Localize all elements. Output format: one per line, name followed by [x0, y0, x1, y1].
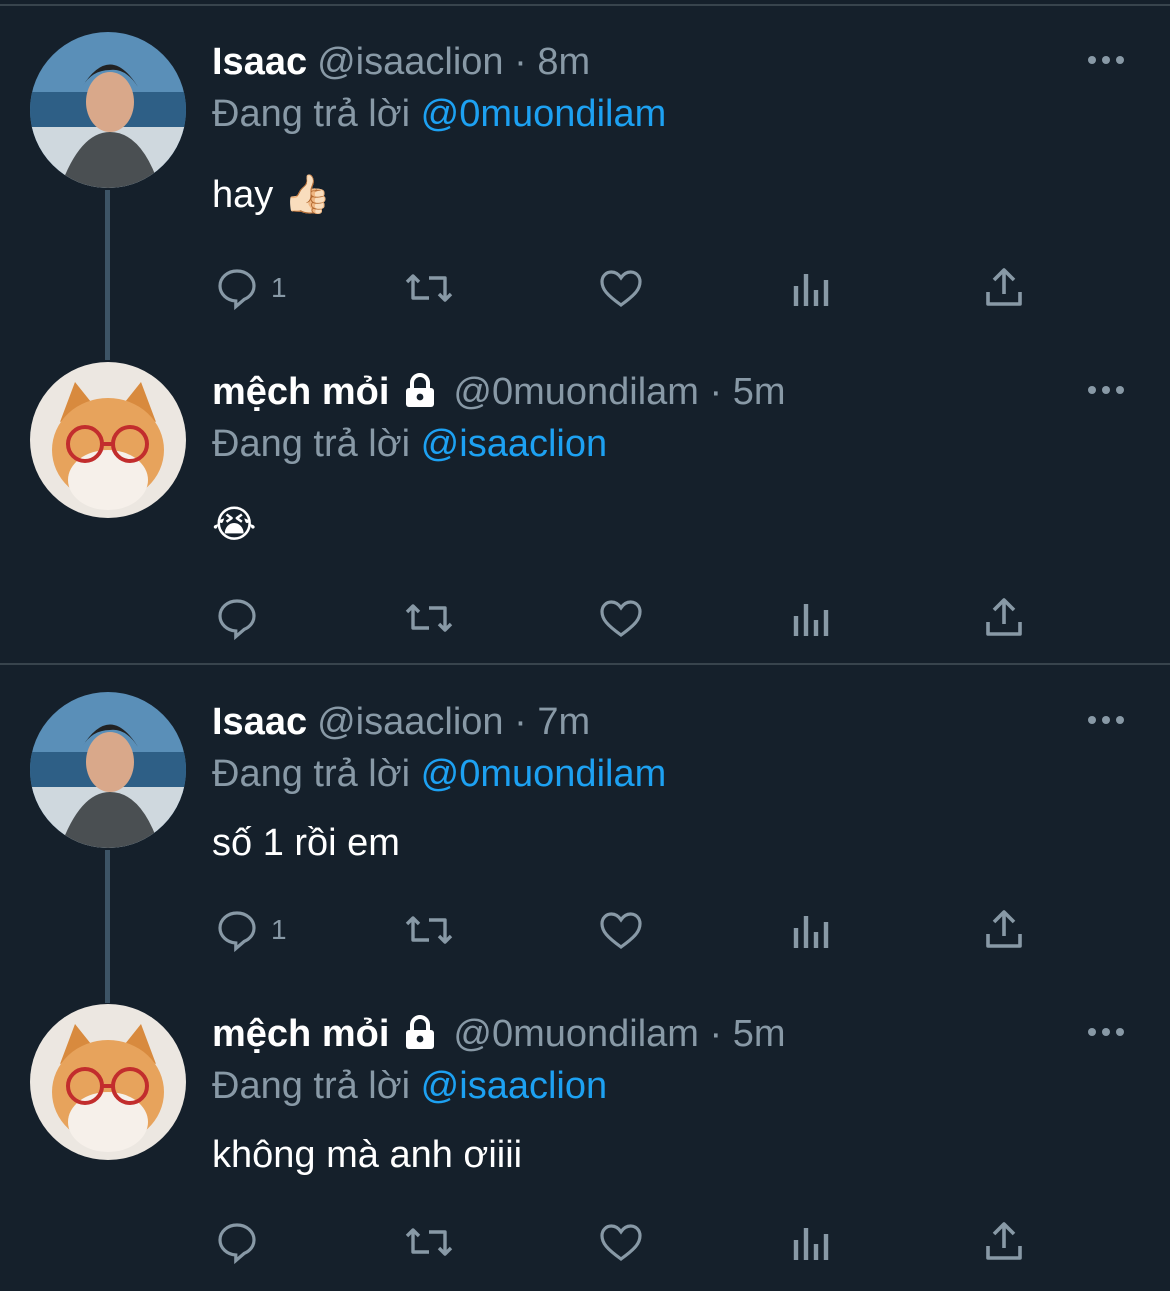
tweet[interactable]: mệch mỏi @0muondilam · 5m Đang trả lời @i…: [0, 972, 1170, 1291]
lock-icon: [403, 1013, 437, 1063]
like-icon: [600, 1224, 642, 1261]
replying-to: Đang trả lời @isaaclion: [212, 1065, 608, 1107]
reply-icon: [218, 1223, 256, 1265]
more-icon[interactable]: [1086, 710, 1126, 730]
tweet-actions: [0, 593, 1170, 643]
share-button[interactable]: [980, 263, 1028, 313]
avatar-isaac[interactable]: [30, 32, 186, 188]
retweet-icon: [405, 604, 453, 632]
share-button[interactable]: [980, 905, 1028, 955]
share-icon: [986, 268, 1022, 306]
retweet-button[interactable]: [403, 905, 455, 955]
analytics-button[interactable]: [790, 593, 834, 643]
like-button[interactable]: [597, 593, 645, 643]
reply-button[interactable]: [213, 1217, 271, 1267]
tweet-text: số 1 rồi em: [212, 822, 400, 864]
author-name[interactable]: Isaac: [212, 701, 307, 743]
analytics-icon: [793, 604, 829, 636]
retweet-button[interactable]: [403, 1217, 455, 1267]
more-icon[interactable]: [1086, 380, 1126, 400]
avatar-isaac[interactable]: [30, 692, 186, 848]
avatar-mech-moi[interactable]: [30, 1004, 186, 1160]
tweet[interactable]: mệch mỏi @0muondilam · 5m Đang trả lời @i…: [0, 330, 1170, 660]
like-icon: [600, 600, 642, 637]
tweet[interactable]: Isaac @isaaclion · 7m Đang trả lời @0muon…: [0, 660, 1170, 980]
analytics-button[interactable]: [790, 905, 834, 955]
reply-mention[interactable]: @isaaclion: [421, 423, 607, 465]
share-button[interactable]: [980, 593, 1028, 643]
like-button[interactable]: [597, 905, 645, 955]
tweet-actions: 1: [0, 263, 1170, 313]
reply-mention[interactable]: @0muondilam: [421, 753, 667, 795]
lock-icon: [403, 371, 437, 421]
like-button[interactable]: [597, 1217, 645, 1267]
timestamp[interactable]: 5m: [733, 371, 786, 413]
more-icon[interactable]: [1086, 1022, 1126, 1042]
timestamp[interactable]: 8m: [537, 41, 590, 83]
share-icon: [986, 910, 1022, 948]
reply-button[interactable]: 1: [213, 263, 287, 313]
reply-button[interactable]: [213, 593, 271, 643]
analytics-icon: [793, 916, 829, 948]
share-icon: [986, 598, 1022, 636]
reply-mention[interactable]: @isaaclion: [421, 1065, 607, 1107]
tweet-actions: [0, 1217, 1170, 1267]
author-name[interactable]: mệch mỏi: [212, 371, 389, 413]
replying-to: Đang trả lời @0muondilam: [212, 753, 667, 795]
analytics-button[interactable]: [790, 263, 834, 313]
timestamp[interactable]: 5m: [733, 1013, 786, 1055]
author-name[interactable]: mệch mỏi: [212, 1013, 389, 1055]
reply-icon: [218, 269, 256, 311]
analytics-icon: [793, 274, 829, 306]
tweet-text: không mà anh ơiiii: [212, 1134, 523, 1176]
replying-to: Đang trả lời @0muondilam: [212, 93, 667, 135]
like-button[interactable]: [597, 263, 645, 313]
author-handle[interactable]: @isaaclion: [317, 701, 503, 743]
retweet-icon: [405, 916, 453, 944]
tweet[interactable]: Isaac @isaaclion · 8m Đang trả lời @0muon…: [0, 0, 1170, 330]
like-icon: [600, 270, 642, 307]
author-handle[interactable]: @0muondilam: [453, 371, 699, 413]
more-icon[interactable]: [1086, 50, 1126, 70]
retweet-icon: [405, 274, 453, 302]
thumbs-up-emoji: 👍🏻: [283, 174, 332, 216]
retweet-button[interactable]: [403, 263, 455, 313]
author-handle[interactable]: @isaaclion: [317, 41, 503, 83]
reply-mention[interactable]: @0muondilam: [421, 93, 667, 135]
reply-icon: [218, 599, 256, 641]
author-handle[interactable]: @0muondilam: [453, 1013, 699, 1055]
tweet-text: hay 👍🏻: [212, 174, 332, 216]
tweet-text: 😭: [212, 500, 256, 550]
crying-emoji: 😭: [212, 504, 257, 546]
like-icon: [600, 912, 642, 949]
reply-button[interactable]: 1: [213, 905, 287, 955]
analytics-icon: [793, 1228, 829, 1260]
reply-count: 1: [271, 272, 287, 303]
retweet-button[interactable]: [403, 593, 455, 643]
tweet-actions: 1: [0, 905, 1170, 955]
reply-count: 1: [271, 914, 287, 945]
avatar-mech-moi[interactable]: [30, 362, 186, 518]
reply-icon: [218, 911, 256, 953]
analytics-button[interactable]: [790, 1217, 834, 1267]
timestamp[interactable]: 7m: [537, 701, 590, 743]
replying-to: Đang trả lời @isaaclion: [212, 423, 608, 465]
retweet-icon: [405, 1228, 453, 1256]
share-icon: [986, 1222, 1022, 1260]
share-button[interactable]: [980, 1217, 1028, 1267]
author-name[interactable]: Isaac: [212, 41, 307, 83]
